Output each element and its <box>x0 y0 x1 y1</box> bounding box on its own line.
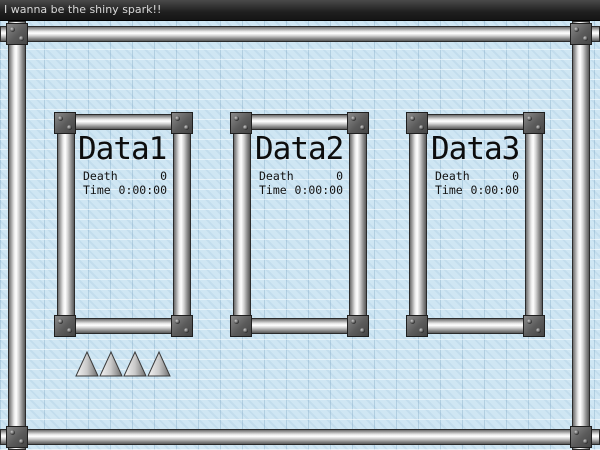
death-stat: Death 0 <box>83 170 167 183</box>
window-title-bar[interactable]: I wanna be the shiny spark!! <box>0 0 600 21</box>
death-label: Death <box>83 169 118 183</box>
time-stat: Time 0:00:00 <box>83 184 167 197</box>
slot-title: Data1 <box>78 131 167 167</box>
frame-right-pipe <box>572 21 590 450</box>
slot-corner-bolt <box>230 112 252 134</box>
frame-corner-bolt <box>6 426 28 448</box>
slot-corner-bolt <box>54 315 76 337</box>
time-value: 0:00:00 <box>118 183 167 197</box>
save-slot-2[interactable]: Data2 Death 0 Time 0:00:00 <box>255 134 347 214</box>
slot-corner-bolt <box>523 315 545 337</box>
frame-left-pipe <box>8 21 26 450</box>
death-stat: Death 0 <box>435 170 519 183</box>
slot-corner-bolt <box>171 112 193 134</box>
game-window: I wanna be the shiny spark!! Data1 Death… <box>0 0 600 450</box>
slot-frame-pipe <box>233 114 251 334</box>
death-value: 0 <box>160 169 167 183</box>
game-screen: Data1 Death 0 Time 0:00:00 Data2 Death 0 <box>0 21 600 450</box>
save-slot-1[interactable]: Data1 Death 0 Time 0:00:00 <box>78 134 170 214</box>
spike-icon <box>99 351 123 377</box>
slot-corner-bolt <box>171 315 193 337</box>
spike-icon <box>75 351 99 377</box>
slot-corner-bolt <box>54 112 76 134</box>
time-stat: Time 0:00:00 <box>435 184 519 197</box>
frame-bottom-pipe <box>0 429 600 445</box>
time-label: Time <box>83 183 111 197</box>
death-label: Death <box>435 169 470 183</box>
time-label: Time <box>435 183 463 197</box>
slot-frame-pipe <box>409 114 427 334</box>
frame-top-pipe <box>0 26 600 42</box>
slot-corner-bolt <box>347 315 369 337</box>
spike-icon <box>123 351 147 377</box>
frame-corner-bolt <box>6 23 28 45</box>
spike-icon <box>147 351 171 377</box>
death-value: 0 <box>512 169 519 183</box>
slot-frame-pipe <box>173 114 191 334</box>
slot-corner-bolt <box>347 112 369 134</box>
time-value: 0:00:00 <box>294 183 343 197</box>
death-value: 0 <box>336 169 343 183</box>
slot-corner-bolt <box>406 112 428 134</box>
slot-title: Data3 <box>431 131 520 167</box>
slot-corner-bolt <box>406 315 428 337</box>
time-label: Time <box>259 183 287 197</box>
death-label: Death <box>259 169 294 183</box>
slot-frame-pipe <box>349 114 367 334</box>
slot-title: Data2 <box>255 131 344 167</box>
save-slot-3[interactable]: Data3 Death 0 Time 0:00:00 <box>431 134 523 214</box>
frame-corner-bolt <box>570 23 592 45</box>
spikes <box>75 351 171 377</box>
slot-frame-pipe <box>525 114 543 334</box>
death-stat: Death 0 <box>259 170 343 183</box>
slot-corner-bolt <box>230 315 252 337</box>
time-value: 0:00:00 <box>470 183 519 197</box>
slot-frame-pipe <box>57 114 75 334</box>
window-title: I wanna be the shiny spark!! <box>4 3 162 16</box>
time-stat: Time 0:00:00 <box>259 184 343 197</box>
slot-corner-bolt <box>523 112 545 134</box>
frame-corner-bolt <box>570 426 592 448</box>
